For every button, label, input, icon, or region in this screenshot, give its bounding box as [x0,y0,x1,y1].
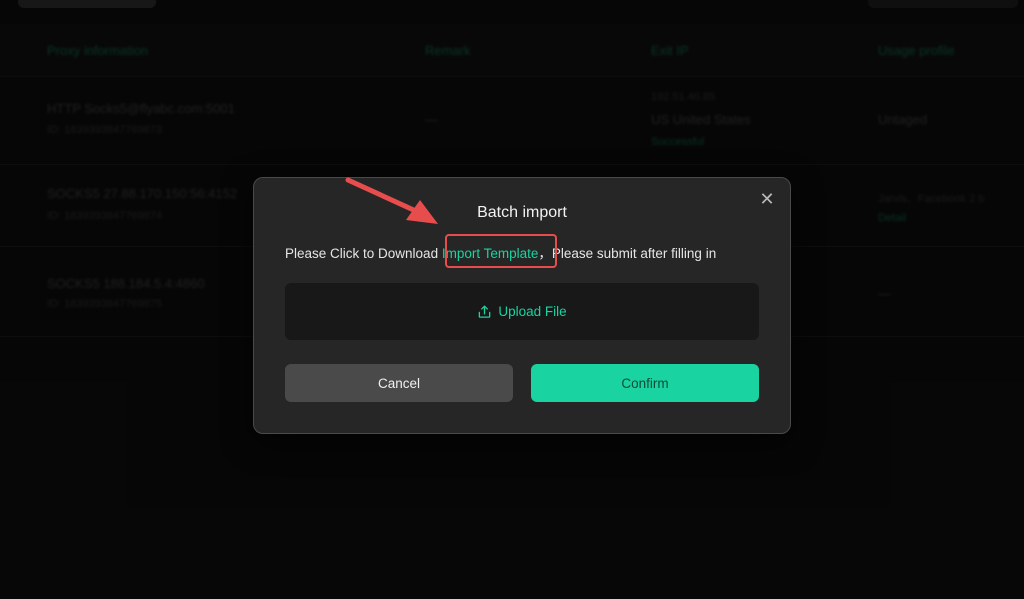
page: Proxy information Remark Exit IP Usage p… [0,0,1024,599]
batch-import-dialog: ✕ Batch import Please Click to Download … [253,177,791,434]
upload-icon [477,304,492,319]
confirm-button[interactable]: Confirm [531,364,759,402]
highlight-annotation-box [445,234,557,268]
upload-file-label: Upload File [498,304,567,319]
upload-file-area[interactable]: Upload File [285,283,759,340]
description-suffix: ，Please submit after filling in [538,246,717,261]
upload-file-button[interactable]: Upload File [477,304,567,319]
description-prefix: Please Click to Download [285,246,442,261]
dialog-title: Batch import [477,204,567,221]
cancel-button[interactable]: Cancel [285,364,513,402]
